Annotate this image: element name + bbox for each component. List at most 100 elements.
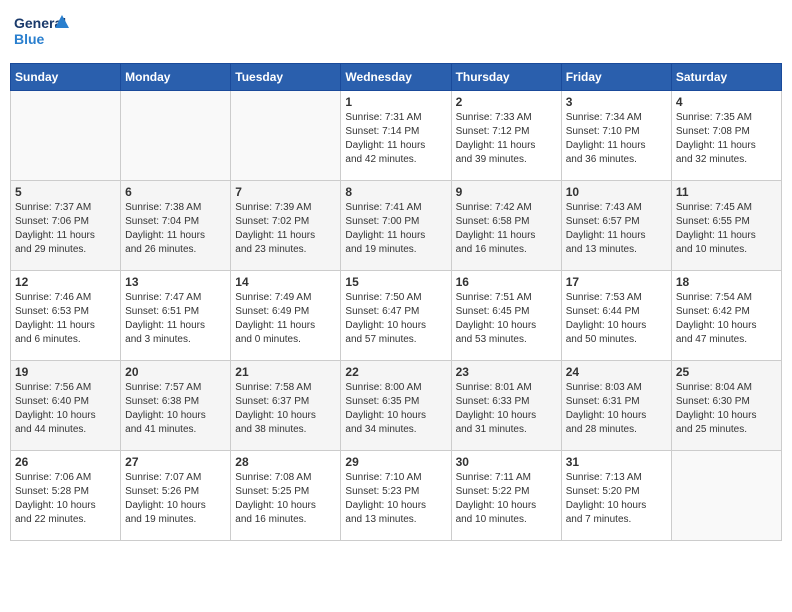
- day-info: Sunrise: 7:13 AM Sunset: 5:20 PM Dayligh…: [566, 471, 667, 527]
- day-info: Sunrise: 7:43 AM Sunset: 6:57 PM Dayligh…: [566, 201, 667, 257]
- day-cell: [11, 91, 121, 181]
- day-cell: 4 Sunrise: 7:35 AM Sunset: 7:08 PM Daylig…: [671, 91, 781, 181]
- day-cell: 6 Sunrise: 7:38 AM Sunset: 7:04 PM Daylig…: [121, 181, 231, 271]
- day-cell: 27 Sunrise: 7:07 AM Sunset: 5:26 PM Dayli…: [121, 451, 231, 541]
- day-info: Sunrise: 7:35 AM Sunset: 7:08 PM Dayligh…: [676, 111, 777, 167]
- day-info: Sunrise: 7:53 AM Sunset: 6:44 PM Dayligh…: [566, 291, 667, 347]
- day-info: Sunrise: 7:38 AM Sunset: 7:04 PM Dayligh…: [125, 201, 226, 257]
- day-cell: 25 Sunrise: 8:04 AM Sunset: 6:30 PM Dayli…: [671, 361, 781, 451]
- day-number: 7: [235, 185, 336, 199]
- day-cell: 5 Sunrise: 7:37 AM Sunset: 7:06 PM Daylig…: [11, 181, 121, 271]
- day-info: Sunrise: 7:45 AM Sunset: 6:55 PM Dayligh…: [676, 201, 777, 257]
- day-cell: 16Sunrise: 7:51 AM Sunset: 6:45 PM Dayli…: [451, 271, 561, 361]
- day-cell: 1Sunrise: 7:31 AM Sunset: 7:14 PM Daylig…: [341, 91, 451, 181]
- page-header: General Blue: [10, 10, 782, 55]
- week-row-3: 12 Sunrise: 7:46 AM Sunset: 6:53 PM Dayli…: [11, 271, 782, 361]
- day-number: 4: [676, 95, 777, 109]
- day-number: 21: [235, 365, 336, 379]
- day-number: 15: [345, 275, 446, 289]
- day-cell: 29Sunrise: 7:10 AM Sunset: 5:23 PM Dayli…: [341, 451, 451, 541]
- day-cell: 23 Sunrise: 8:01 AM Sunset: 6:33 PM Dayli…: [451, 361, 561, 451]
- day-number: 26: [15, 455, 116, 469]
- day-cell: [231, 91, 341, 181]
- day-cell: 2Sunrise: 7:33 AM Sunset: 7:12 PM Daylig…: [451, 91, 561, 181]
- day-cell: 28Sunrise: 7:08 AM Sunset: 5:25 PM Dayli…: [231, 451, 341, 541]
- day-number: 10: [566, 185, 667, 199]
- day-cell: 26 Sunrise: 7:06 AM Sunset: 5:28 PM Dayli…: [11, 451, 121, 541]
- day-info: Sunrise: 7:47 AM Sunset: 6:51 PM Dayligh…: [125, 291, 226, 347]
- day-cell: 18Sunrise: 7:54 AM Sunset: 6:42 PM Dayli…: [671, 271, 781, 361]
- day-number: 22: [345, 365, 446, 379]
- day-info: Sunrise: 8:01 AM Sunset: 6:33 PM Dayligh…: [456, 381, 557, 437]
- day-cell: 7 Sunrise: 7:39 AM Sunset: 7:02 PM Daylig…: [231, 181, 341, 271]
- col-header-thursday: Thursday: [451, 64, 561, 91]
- day-info: Sunrise: 7:54 AM Sunset: 6:42 PM Dayligh…: [676, 291, 777, 347]
- day-info: Sunrise: 7:42 AM Sunset: 6:58 PM Dayligh…: [456, 201, 557, 257]
- day-number: 17: [566, 275, 667, 289]
- day-info: Sunrise: 7:46 AM Sunset: 6:53 PM Dayligh…: [15, 291, 116, 347]
- day-info: Sunrise: 7:39 AM Sunset: 7:02 PM Dayligh…: [235, 201, 336, 257]
- day-number: 14: [235, 275, 336, 289]
- day-number: 5: [15, 185, 116, 199]
- day-info: Sunrise: 7:57 AM Sunset: 6:38 PM Dayligh…: [125, 381, 226, 437]
- day-number: 25: [676, 365, 777, 379]
- day-info: Sunrise: 7:11 AM Sunset: 5:22 PM Dayligh…: [456, 471, 557, 527]
- day-number: 27: [125, 455, 226, 469]
- day-number: 19: [15, 365, 116, 379]
- day-cell: 13 Sunrise: 7:47 AM Sunset: 6:51 PM Dayli…: [121, 271, 231, 361]
- day-number: 29: [345, 455, 446, 469]
- day-info: Sunrise: 8:03 AM Sunset: 6:31 PM Dayligh…: [566, 381, 667, 437]
- day-cell: 8Sunrise: 7:41 AM Sunset: 7:00 PM Daylig…: [341, 181, 451, 271]
- day-cell: 24Sunrise: 8:03 AM Sunset: 6:31 PM Dayli…: [561, 361, 671, 451]
- day-cell: [121, 91, 231, 181]
- day-cell: 22 Sunrise: 8:00 AM Sunset: 6:35 PM Dayli…: [341, 361, 451, 451]
- day-cell: 9Sunrise: 7:42 AM Sunset: 6:58 PM Daylig…: [451, 181, 561, 271]
- day-cell: 3 Sunrise: 7:34 AM Sunset: 7:10 PM Daylig…: [561, 91, 671, 181]
- day-number: 1: [345, 95, 446, 109]
- day-info: Sunrise: 7:34 AM Sunset: 7:10 PM Dayligh…: [566, 111, 667, 167]
- logo-svg: General Blue: [14, 10, 69, 55]
- week-row-4: 19Sunrise: 7:56 AM Sunset: 6:40 PM Dayli…: [11, 361, 782, 451]
- logo: General Blue: [14, 10, 69, 55]
- week-row-2: 5 Sunrise: 7:37 AM Sunset: 7:06 PM Daylig…: [11, 181, 782, 271]
- col-header-tuesday: Tuesday: [231, 64, 341, 91]
- day-cell: 10 Sunrise: 7:43 AM Sunset: 6:57 PM Dayli…: [561, 181, 671, 271]
- day-number: 12: [15, 275, 116, 289]
- col-header-friday: Friday: [561, 64, 671, 91]
- day-number: 11: [676, 185, 777, 199]
- day-cell: 19Sunrise: 7:56 AM Sunset: 6:40 PM Dayli…: [11, 361, 121, 451]
- day-number: 30: [456, 455, 557, 469]
- day-info: Sunrise: 7:58 AM Sunset: 6:37 PM Dayligh…: [235, 381, 336, 437]
- day-info: Sunrise: 7:50 AM Sunset: 6:47 PM Dayligh…: [345, 291, 446, 347]
- day-number: 6: [125, 185, 226, 199]
- col-header-wednesday: Wednesday: [341, 64, 451, 91]
- week-row-1: 1Sunrise: 7:31 AM Sunset: 7:14 PM Daylig…: [11, 91, 782, 181]
- day-cell: 11 Sunrise: 7:45 AM Sunset: 6:55 PM Dayli…: [671, 181, 781, 271]
- day-number: 20: [125, 365, 226, 379]
- svg-text:Blue: Blue: [14, 31, 45, 47]
- day-info: Sunrise: 8:04 AM Sunset: 6:30 PM Dayligh…: [676, 381, 777, 437]
- day-cell: 20 Sunrise: 7:57 AM Sunset: 6:38 PM Dayli…: [121, 361, 231, 451]
- day-cell: 14 Sunrise: 7:49 AM Sunset: 6:49 PM Dayli…: [231, 271, 341, 361]
- day-cell: 12 Sunrise: 7:46 AM Sunset: 6:53 PM Dayli…: [11, 271, 121, 361]
- day-info: Sunrise: 7:06 AM Sunset: 5:28 PM Dayligh…: [15, 471, 116, 527]
- day-number: 3: [566, 95, 667, 109]
- day-number: 23: [456, 365, 557, 379]
- day-info: Sunrise: 7:07 AM Sunset: 5:26 PM Dayligh…: [125, 471, 226, 527]
- week-row-5: 26 Sunrise: 7:06 AM Sunset: 5:28 PM Dayli…: [11, 451, 782, 541]
- day-cell: 21 Sunrise: 7:58 AM Sunset: 6:37 PM Dayli…: [231, 361, 341, 451]
- day-number: 31: [566, 455, 667, 469]
- day-number: 28: [235, 455, 336, 469]
- calendar-table: SundayMondayTuesdayWednesdayThursdayFrid…: [10, 63, 782, 541]
- col-header-sunday: Sunday: [11, 64, 121, 91]
- day-number: 8: [345, 185, 446, 199]
- col-header-monday: Monday: [121, 64, 231, 91]
- day-info: Sunrise: 7:51 AM Sunset: 6:45 PM Dayligh…: [456, 291, 557, 347]
- day-info: Sunrise: 7:37 AM Sunset: 7:06 PM Dayligh…: [15, 201, 116, 257]
- day-info: Sunrise: 7:33 AM Sunset: 7:12 PM Dayligh…: [456, 111, 557, 167]
- day-info: Sunrise: 8:00 AM Sunset: 6:35 PM Dayligh…: [345, 381, 446, 437]
- day-cell: 31 Sunrise: 7:13 AM Sunset: 5:20 PM Dayli…: [561, 451, 671, 541]
- header-row: SundayMondayTuesdayWednesdayThursdayFrid…: [11, 64, 782, 91]
- day-info: Sunrise: 7:49 AM Sunset: 6:49 PM Dayligh…: [235, 291, 336, 347]
- day-number: 13: [125, 275, 226, 289]
